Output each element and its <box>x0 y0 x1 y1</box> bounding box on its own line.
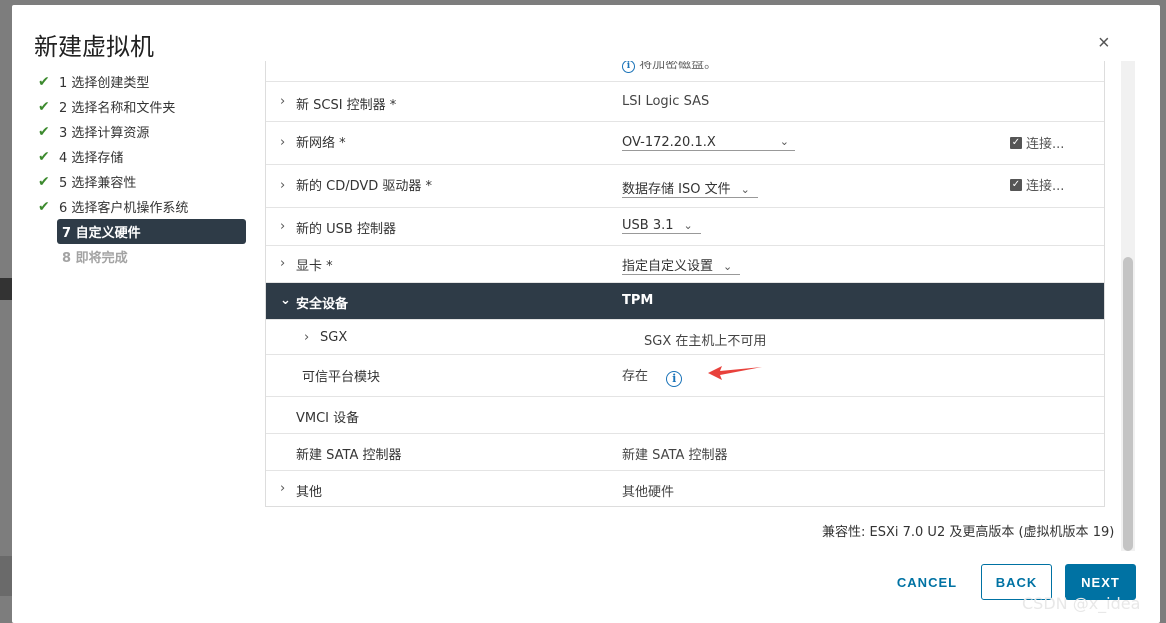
checkbox-label: 连接... <box>1026 137 1065 152</box>
chevron-right-icon[interactable]: › <box>280 256 285 271</box>
hardware-row-sata: 新建 SATA 控制器 新建 SATA 控制器 <box>266 434 1104 471</box>
hardware-row-other[interactable]: › 其他 其他硬件 <box>266 471 1104 508</box>
chevron-right-icon[interactable]: › <box>280 481 285 496</box>
hardware-row-sgx[interactable]: › SGX SGX 在主机上不可用 <box>266 320 1104 355</box>
check-icon: ✔ <box>38 73 50 90</box>
check-icon: ✔ <box>38 123 50 140</box>
step-label: 8 即将完成 <box>62 251 128 266</box>
step-label: 4 选择存储 <box>59 151 124 166</box>
watermark: CSDN @x_idea <box>1022 594 1141 613</box>
row-value: 新建 SATA 控制器 <box>622 448 728 463</box>
usb-select[interactable]: USB 3.1 ⌄ <box>622 218 701 234</box>
chevron-down-icon[interactable]: ⌄ <box>280 293 291 308</box>
partial-note: i 将加密磁盘。 <box>622 61 717 73</box>
select-value: 数据存储 ISO 文件 <box>622 182 731 197</box>
step-label: 6 选择客户机操作系统 <box>59 201 189 216</box>
row-label: 新的 USB 控制器 <box>296 222 396 237</box>
step-label: 2 选择名称和文件夹 <box>59 101 176 116</box>
close-icon[interactable]: × <box>1098 33 1110 53</box>
chevron-right-icon[interactable]: › <box>280 94 285 109</box>
hardware-row-video[interactable]: › 显卡 * 指定自定义设置 ⌄ <box>266 246 1104 283</box>
row-label: 其他 <box>296 485 323 500</box>
row-label: 显卡 * <box>296 259 333 274</box>
dialog-title: 新建虚拟机 <box>34 33 154 61</box>
new-vm-dialog: 新建虚拟机 × ✔ 1 选择创建类型 ✔ 2 选择名称和文件夹 ✔ 3 选择计算资源 … <box>12 5 1160 623</box>
chevron-right-icon[interactable]: › <box>280 135 285 150</box>
step-4[interactable]: ✔ 4 选择存储 <box>38 144 248 169</box>
select-value: USB 3.1 <box>622 218 674 233</box>
hardware-row-vmci: VMCI 设备 <box>266 397 1104 434</box>
chevron-down-icon: ⌄ <box>723 260 733 273</box>
partial-note-text: 将加密磁盘。 <box>639 61 718 72</box>
row-value: TPM <box>622 293 654 308</box>
wizard-steps: ✔ 1 选择创建类型 ✔ 2 选择名称和文件夹 ✔ 3 选择计算资源 ✔ 4 选择存储 … <box>38 69 248 269</box>
row-label: 安全设备 <box>296 297 349 312</box>
row-value: 其他硬件 <box>622 485 675 500</box>
step-8: 8 即将完成 <box>38 244 248 269</box>
row-label: 新 SCSI 控制器 * <box>296 98 397 113</box>
checkbox-check-icon: ✓ <box>1010 178 1022 191</box>
check-icon: ✔ <box>38 198 50 215</box>
network-connect-checkbox[interactable]: ✓ 连接... <box>1010 133 1064 152</box>
chevron-down-icon: ⌄ <box>740 183 750 196</box>
tpm-value: 存在 i <box>622 365 683 387</box>
chevron-down-icon: ⌄ <box>683 219 693 232</box>
step-label: 5 选择兼容性 <box>59 176 137 191</box>
step-5[interactable]: ✔ 5 选择兼容性 <box>38 169 248 194</box>
cancel-button[interactable]: CANCEL <box>892 564 962 600</box>
network-select[interactable]: OV-172.20.1.X ⌄ <box>622 135 795 151</box>
select-value: OV-172.20.1.X <box>622 135 716 150</box>
step-7-active[interactable]: 7 自定义硬件 <box>57 219 246 244</box>
chevron-right-icon[interactable]: › <box>304 330 309 345</box>
cdrom-connect-checkbox[interactable]: ✓ 连接... <box>1010 175 1064 194</box>
row-label: 新的 CD/DVD 驱动器 * <box>296 179 433 194</box>
row-label: 可信平台模块 <box>302 370 381 385</box>
hardware-row-usb[interactable]: › 新的 USB 控制器 USB 3.1 ⌄ <box>266 208 1104 246</box>
chevron-right-icon[interactable]: › <box>280 178 285 193</box>
row-label: SGX <box>320 330 348 345</box>
row-label: VMCI 设备 <box>296 411 360 426</box>
step-2[interactable]: ✔ 2 选择名称和文件夹 <box>38 94 248 119</box>
select-value: 指定自定义设置 <box>622 259 714 274</box>
row-value: 存在 <box>622 369 649 384</box>
row-value: LSI Logic SAS <box>622 94 710 109</box>
partial-row: i 将加密磁盘。 <box>266 61 1104 82</box>
compatibility-text: 兼容性: ESXi 7.0 U2 及更高版本 (虚拟机版本 19) <box>822 525 1115 540</box>
chevron-right-icon[interactable]: › <box>280 219 285 234</box>
hardware-row-scsi[interactable]: › 新 SCSI 控制器 * LSI Logic SAS <box>266 82 1104 122</box>
hardware-row-tpm: 可信平台模块 存在 i <box>266 355 1104 397</box>
step-label: 1 选择创建类型 <box>59 76 150 91</box>
checkbox-label: 连接... <box>1026 179 1065 194</box>
check-icon: ✔ <box>38 98 50 115</box>
check-icon: ✔ <box>38 148 50 165</box>
annotation-arrow <box>708 366 762 380</box>
hardware-row-security[interactable]: ⌄ 安全设备 TPM <box>266 283 1104 320</box>
info-icon: i <box>622 61 635 73</box>
check-icon: ✔ <box>38 173 50 190</box>
row-value: SGX 在主机上不可用 <box>644 334 767 349</box>
row-label: 新网络 * <box>296 136 346 151</box>
step-label: 3 选择计算资源 <box>59 126 150 141</box>
hardware-row-network[interactable]: › 新网络 * OV-172.20.1.X ⌄ ✓ 连接... <box>266 122 1104 165</box>
background-strip <box>0 278 12 300</box>
hardware-table: i 将加密磁盘。 › 新 SCSI 控制器 * LSI Logic SAS › … <box>265 61 1105 507</box>
background-strip <box>0 556 12 596</box>
video-select[interactable]: 指定自定义设置 ⌄ <box>622 255 741 275</box>
step-6[interactable]: ✔ 6 选择客户机操作系统 <box>38 194 248 219</box>
scrollbar-thumb[interactable] <box>1123 257 1133 551</box>
info-icon[interactable]: i <box>666 370 683 387</box>
chevron-down-icon: ⌄ <box>779 135 789 148</box>
step-3[interactable]: ✔ 3 选择计算资源 <box>38 119 248 144</box>
step-label: 7 自定义硬件 <box>62 226 141 241</box>
scrollbar[interactable] <box>1121 61 1135 551</box>
step-1[interactable]: ✔ 1 选择创建类型 <box>38 69 248 94</box>
hardware-row-cdrom[interactable]: › 新的 CD/DVD 驱动器 * 数据存储 ISO 文件 ⌄ ✓ 连接... <box>266 165 1104 208</box>
cdrom-select[interactable]: 数据存储 ISO 文件 ⌄ <box>622 178 758 198</box>
row-label: 新建 SATA 控制器 <box>296 448 402 463</box>
checkbox-check-icon: ✓ <box>1010 136 1022 149</box>
